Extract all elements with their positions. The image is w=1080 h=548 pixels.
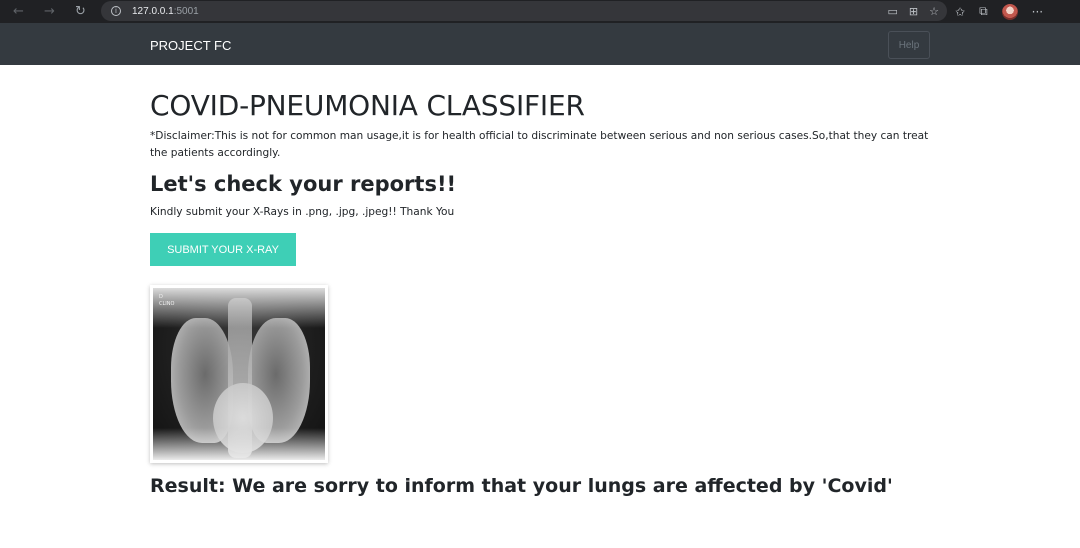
app-navbar: PROJECT FC Help	[0, 23, 1080, 65]
xray-image: D CLINO	[153, 288, 325, 460]
collections-icon[interactable]: ⧉	[979, 4, 988, 19]
help-button[interactable]: Help	[888, 31, 930, 59]
result-text: Result: We are sorry to inform that your…	[150, 475, 893, 497]
upload-instructions: Kindly submit your X-Rays in .png, .jpg,…	[150, 206, 455, 218]
favorites-icon[interactable]: ✩	[955, 5, 965, 19]
read-aloud-icon[interactable]: ▭	[888, 5, 898, 18]
url-host: 127.0.0.1	[132, 5, 174, 17]
xray-image-frame: D CLINO	[150, 285, 328, 463]
disclaimer-text: *Disclaimer:This is not for common man u…	[150, 130, 929, 159]
submit-xray-button[interactable]: SUBMIT YOUR X-RAY	[150, 233, 296, 266]
reload-icon[interactable]: ↻	[65, 0, 96, 23]
url-text[interactable]: 127.0.0.1:5001	[132, 6, 199, 17]
browser-toolbar: ← → ↻ i 127.0.0.1:5001 ▭ ⊞ ☆ ✩ ⧉ ···	[0, 0, 1080, 23]
url-port: :5001	[173, 5, 199, 17]
xray-marker-bottom: CLINO	[159, 301, 175, 307]
page-title: COVID-PNEUMONIA CLASSIFIER	[150, 89, 585, 122]
more-icon[interactable]: ···	[1032, 5, 1043, 19]
xray-marker: D CLINO	[159, 294, 174, 308]
forward-icon[interactable]: →	[34, 0, 65, 23]
address-bar[interactable]: i 127.0.0.1:5001 ▭ ⊞ ☆	[101, 1, 947, 21]
site-info-icon[interactable]: i	[111, 6, 121, 16]
xray-marker-top: D	[159, 294, 163, 300]
navbar-brand[interactable]: PROJECT FC	[150, 38, 231, 53]
reports-heading: Let's check your reports!!	[150, 172, 457, 196]
profile-avatar[interactable]	[1001, 3, 1018, 20]
app-available-icon[interactable]: ⊞	[909, 5, 918, 18]
back-icon[interactable]: ←	[3, 0, 34, 23]
favorite-star-icon[interactable]: ☆	[929, 5, 939, 18]
